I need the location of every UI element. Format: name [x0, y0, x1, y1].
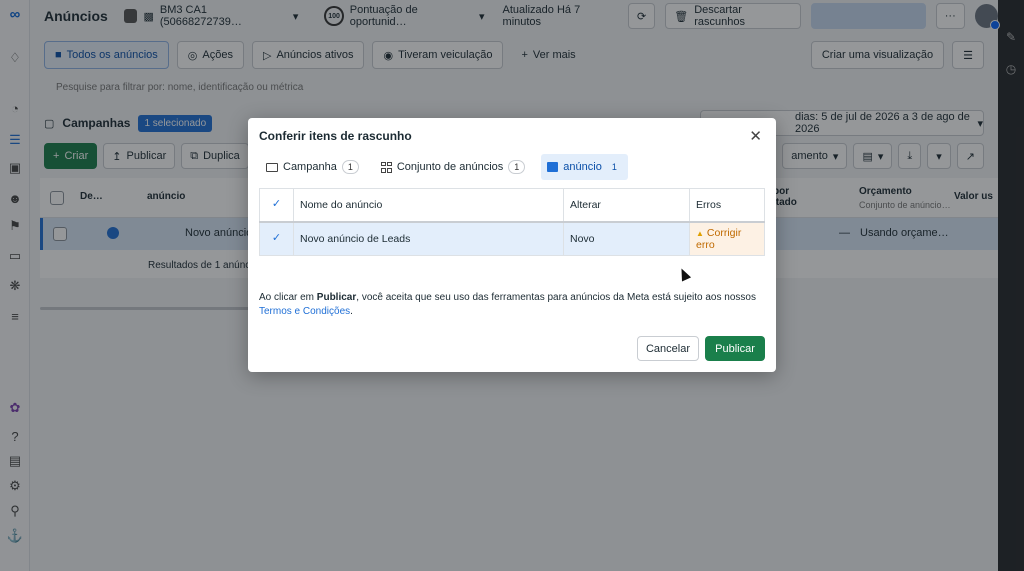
col-header-errors: Erros [689, 188, 765, 223]
publish-button[interactable]: Publicar [705, 336, 765, 361]
col-header-change: Alterar [563, 188, 690, 223]
drafts-table: ✓ Nome do anúncio Alterar Erros ✓ Novo a… [259, 188, 765, 256]
select-all-cell[interactable]: ✓ [259, 188, 294, 223]
dialog-title: Conferir itens de rascunho [259, 129, 412, 143]
terms-link[interactable]: Termos e Condições [259, 306, 350, 317]
tab-count: 1 [508, 160, 526, 174]
consent-text: , você aceita que seu uso das ferramenta… [356, 292, 756, 303]
tab-count: 1 [611, 162, 617, 172]
consent-end: . [350, 306, 353, 317]
dialog-tabs: Campanha 1 Conjunto de anúncios 1 anúnci… [260, 154, 628, 180]
tab-ad[interactable]: anúncio 1 [541, 154, 628, 180]
check-icon[interactable]: ✓ [270, 232, 284, 246]
terms-consent: Ao clicar em Publicar, você aceita que s… [259, 291, 765, 319]
tab-label: Conjunto de anúncios [396, 161, 504, 173]
close-icon[interactable]: ✕ [749, 127, 762, 145]
row-change: Novo [563, 221, 690, 256]
review-drafts-dialog: Conferir itens de rascunho ✕ Campanha 1 … [248, 118, 776, 372]
row-ad-name: Novo anúncio de Leads [293, 221, 564, 256]
warning-icon: ▲ [696, 228, 704, 238]
consent-text: Ao clicar em [259, 292, 317, 303]
consent-bold: Publicar [316, 292, 357, 303]
fix-error-link[interactable]: ▲ Corrigir erro [689, 221, 765, 256]
tab-campaign[interactable]: Campanha 1 [260, 154, 365, 180]
tab-ad-set[interactable]: Conjunto de anúncios 1 [375, 154, 531, 180]
table-row[interactable]: ✓ Novo anúncio de Leads Novo ▲ Corrigir e… [259, 221, 765, 256]
tab-label: anúncio [563, 161, 602, 173]
ad-icon [547, 162, 559, 172]
tab-label: Campanha [283, 161, 337, 173]
row-checkbox-cell[interactable]: ✓ [259, 221, 294, 256]
tab-count: 1 [341, 160, 359, 174]
drafts-table-header: ✓ Nome do anúncio Alterar Erros [259, 188, 765, 223]
folder-icon [266, 162, 278, 172]
check-icon[interactable]: ✓ [270, 198, 284, 212]
cancel-button[interactable]: Cancelar [637, 336, 699, 361]
col-header-ad-name: Nome do anúncio [293, 188, 564, 223]
grid-icon [380, 161, 392, 173]
